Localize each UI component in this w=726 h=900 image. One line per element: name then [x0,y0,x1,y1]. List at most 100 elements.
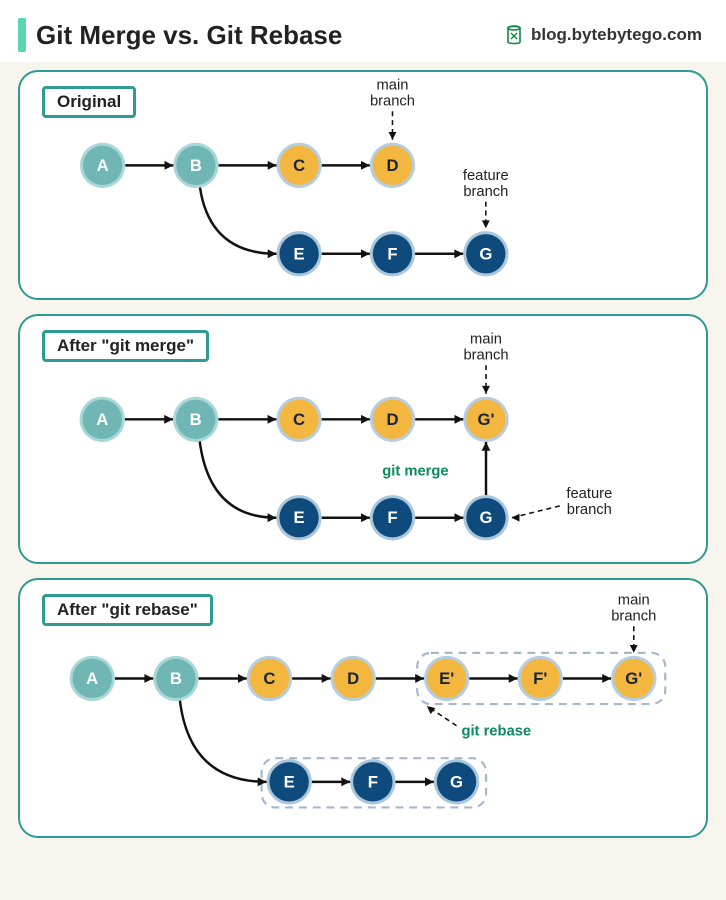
edge-F-G [395,777,433,786]
commit-node-G: G [463,495,508,540]
edge-B-C [199,674,247,683]
svg-text:B: B [190,156,202,175]
annotation-label: git merge [382,463,448,479]
commit-node-F': F' [518,656,563,701]
commit-node-G: G [434,759,479,804]
svg-text:A: A [96,410,108,429]
title-accent-bar [18,18,26,52]
commit-node-D: D [370,143,415,188]
commit-node-F: F [370,495,415,540]
page: Git Merge vs. Git Rebase blog.bytebytego… [0,0,726,900]
commit-node-G: G [463,231,508,276]
commit-node-D: D [331,656,376,701]
panels-container: Original mainbranch featurebranch A B [0,62,726,870]
annotation: featurebranch [463,168,509,228]
annotation-label: mainbranch [463,332,508,364]
annotation: mainbranch [463,332,508,394]
panel-label: After "git merge" [42,330,209,362]
svg-text:G: G [450,772,463,791]
arrowhead-icon [361,161,370,170]
annotation: mainbranch [370,78,415,140]
svg-text:D: D [347,669,359,688]
annotation-label: mainbranch [370,78,415,110]
svg-text:F: F [368,772,378,791]
page-title: Git Merge vs. Git Rebase [36,20,342,51]
commit-node-C: C [277,143,322,188]
svg-text:F: F [387,244,397,263]
arrowhead-icon [602,674,611,683]
edge-E-F [322,249,370,258]
commit-node-G': G' [611,656,656,701]
svg-text:C: C [293,156,305,175]
arrowhead-icon [165,161,174,170]
commit-node-E: E [267,759,312,804]
annotation: git merge [382,463,448,479]
svg-text:E: E [294,244,305,263]
edge-B-E [200,441,277,522]
svg-text:E: E [284,772,295,791]
svg-text:B: B [170,669,182,688]
arrowhead-icon [268,415,277,424]
panel-label: Original [42,86,136,118]
header: Git Merge vs. Git Rebase blog.bytebytego… [0,0,726,62]
edge-B-E [180,700,267,786]
commit-node-E': E' [424,656,469,701]
arrowhead-icon [361,513,370,522]
svg-text:G: G [479,508,492,527]
arrowhead-icon [164,415,173,424]
svg-text:E: E [293,508,304,527]
svg-text:F: F [387,508,397,527]
svg-text:A: A [86,669,98,688]
arrowhead-icon [322,674,331,683]
edge-E-F [322,513,370,522]
arrowhead-icon [415,674,424,683]
edge-F-G [415,249,463,258]
arrowhead-icon [361,249,370,258]
svg-text:E': E' [439,669,454,688]
commit-node-A: A [80,397,125,442]
arrowhead-icon [455,415,464,424]
svg-text:A: A [97,156,109,175]
annotation-label: featurebranch [566,486,612,518]
commit-node-D: D [370,397,415,442]
arrowhead-icon [361,415,370,424]
edge-B-E [200,187,277,258]
svg-text:F': F' [533,669,547,688]
brand-logo-icon [503,24,525,46]
svg-text:D: D [386,410,398,429]
commit-node-B: B [153,656,198,701]
edge-B-C [218,415,276,424]
edge-E-F [312,777,350,786]
edge-D-Gp [415,415,463,424]
edge-C-D [322,415,370,424]
annotation: git rebase [424,703,531,740]
panel-original: Original mainbranch featurebranch A B [18,70,708,300]
arrowhead-icon [268,249,277,258]
title-wrap: Git Merge vs. Git Rebase [18,18,342,52]
brand-text: blog.bytebytego.com [531,25,702,45]
svg-text:C: C [293,410,305,429]
annotation-label: mainbranch [611,593,656,625]
svg-text:C: C [263,669,275,688]
edge-C-D [292,674,330,683]
arrowhead-icon [268,513,277,522]
annotation: mainbranch [611,593,656,653]
panel-label: After "git rebase" [42,594,213,626]
svg-text:G: G [479,244,492,263]
edge-B-C [219,161,277,170]
edge-A-B [115,674,153,683]
edge-A-B [125,415,173,424]
commit-node-A: A [80,143,125,188]
arrowhead-icon [509,674,518,683]
edge-C-D [322,161,370,170]
svg-text:D: D [386,156,398,175]
svg-text:G': G' [478,410,495,429]
annotation-label: featurebranch [463,168,509,200]
commit-node-F: F [370,231,415,276]
commit-node-F: F [350,759,395,804]
commit-node-G': G' [463,397,508,442]
commit-node-C: C [276,397,321,442]
edge-F-G [415,513,463,522]
arrowhead-icon [425,777,434,786]
commit-node-E: E [277,231,322,276]
